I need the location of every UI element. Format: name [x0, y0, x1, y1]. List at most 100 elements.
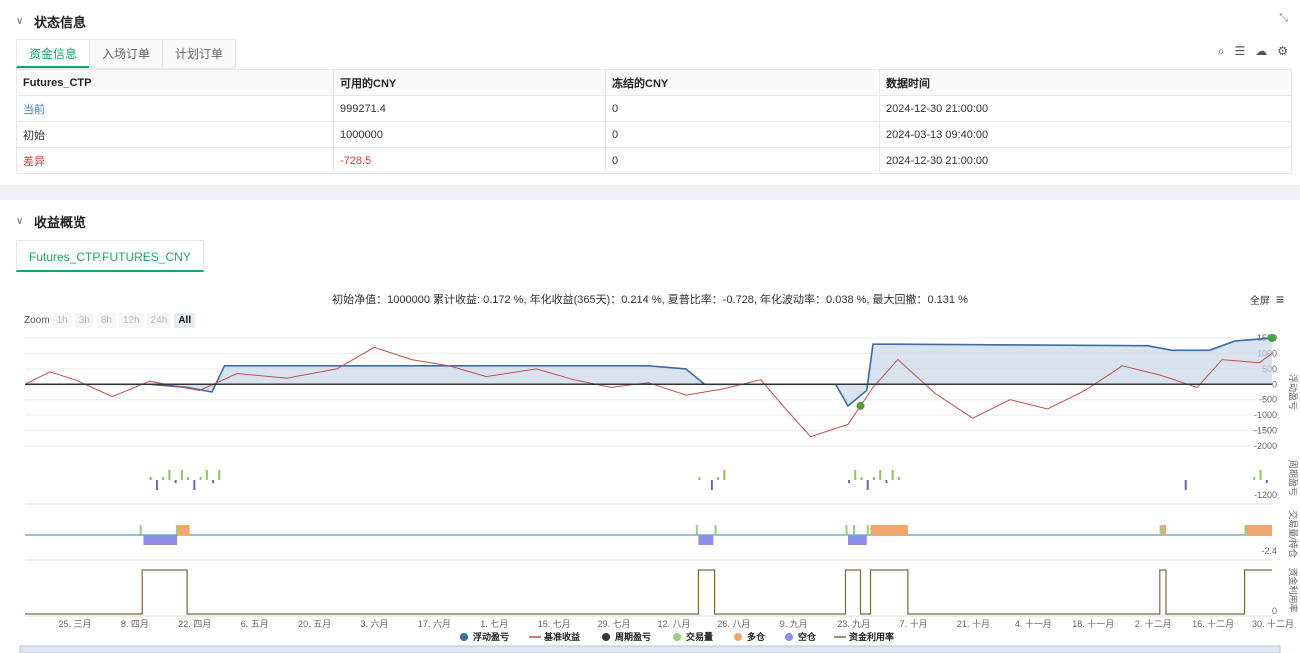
period-pnl-bar [897, 477, 900, 480]
volume-bar [1159, 525, 1162, 535]
x-tick-label: 6. 五月 [241, 619, 269, 629]
cell-available: -728.5 [333, 147, 606, 174]
period-pnl-bar [187, 477, 190, 480]
x-tick-label: 9. 九月 [780, 619, 808, 629]
chevron-down-icon[interactable]: ∨ [16, 16, 26, 27]
zoom-all-button[interactable]: All [174, 313, 196, 328]
legend-label: 资金利用率 [849, 631, 894, 642]
list-icon[interactable]: ☰ [1234, 44, 1245, 59]
volume-bar [175, 525, 178, 535]
x-tick-label: 1. 七月 [480, 619, 508, 629]
pane-title: 资金利用率 [1288, 567, 1299, 612]
col-header-frozen[interactable]: 冻结的CNY [605, 69, 880, 96]
marker-dot [1268, 334, 1276, 342]
period-pnl-bar [149, 477, 152, 480]
long-position-bar [1244, 525, 1272, 535]
fullscreen-label[interactable]: 全屏 [1250, 292, 1270, 307]
table-row: 初始 1000000 0 2024-03-13 09:40:00 [16, 121, 1292, 148]
y-tick-label: -1000 [1254, 410, 1277, 420]
period-pnl-bar [866, 480, 869, 490]
profit-chart[interactable]: 150010005000-500-1000-1500-2000浮动盈亏周期盈亏-… [0, 330, 1300, 653]
period-pnl-bar [698, 477, 701, 480]
volume-bar [1244, 525, 1247, 535]
profit-panel: ∨ 收益概览 Futures_CTP.FUTURES_CNY 初始净值：1000… [0, 200, 1300, 653]
y-tick-label: 0 [1272, 606, 1277, 616]
chevron-down-icon[interactable]: ∨ [16, 216, 26, 227]
status-section-title: 状态信息 [34, 14, 87, 30]
cell-frozen: 0 [605, 95, 880, 122]
long-position-bar [177, 525, 190, 535]
status-section-header[interactable]: ∨ 状态信息 [16, 12, 86, 30]
zoom-bar: Zoom 1h 3h 8h 12h 24h All [24, 313, 196, 328]
search-icon[interactable]: ⌕ [1218, 44, 1225, 59]
gear-icon[interactable]: ⚙ [1277, 44, 1288, 59]
row-label-diff: 差异 [16, 147, 334, 174]
marker-dot [856, 401, 865, 410]
x-tick-label: 16. 十二月 [1192, 618, 1234, 629]
tab-entry-orders[interactable]: 入场订单 [89, 39, 164, 68]
volume-bar [853, 525, 856, 535]
x-tick-label: 7. 十月 [900, 618, 928, 629]
period-pnl-bar [174, 480, 177, 483]
y-tick-label: -1500 [1254, 426, 1277, 436]
x-tick-label: 22. 四月 [178, 619, 211, 629]
volume-bar [714, 525, 717, 535]
col-header-account[interactable]: Futures_CTP [16, 69, 334, 96]
zoom-8h-button[interactable]: 8h [96, 313, 116, 328]
short-position-bar [848, 535, 867, 545]
col-header-time[interactable]: 数据时间 [879, 69, 1292, 96]
funds-table: Futures_CTP 可用的CNY 冻结的CNY 数据时间 当前 999271… [16, 69, 1292, 174]
tab-futures-cny[interactable]: Futures_CTP.FUTURES_CNY [16, 240, 204, 272]
period-pnl-bar [1265, 480, 1268, 483]
period-pnl-bar [885, 480, 888, 483]
period-pnl-bar [162, 477, 165, 480]
cell-available: 1000000 [333, 121, 606, 148]
cloud-download-icon[interactable]: ☁ [1255, 44, 1267, 59]
menu-icon[interactable]: ≡ [1276, 291, 1284, 307]
x-tick-label: 21. 十月 [957, 618, 990, 629]
volume-bar [139, 525, 142, 535]
volume-bar [845, 525, 848, 535]
period-pnl-bar [723, 470, 726, 480]
col-header-available[interactable]: 可用的CNY [333, 69, 606, 96]
period-pnl-bar [848, 480, 851, 483]
zoom-12h-button[interactable]: 12h [118, 313, 144, 328]
legend-marker [734, 633, 742, 641]
x-tick-label: 29. 七月 [598, 619, 631, 629]
pane-title: 浮动盈亏 [1288, 374, 1299, 410]
legend-marker [785, 633, 793, 641]
x-tick-label: 18. 十一月 [1072, 618, 1114, 629]
x-tick-label: 17. 六月 [418, 618, 451, 629]
period-pnl-bar [854, 470, 857, 480]
table-header-row: Futures_CTP 可用的CNY 冻结的CNY 数据时间 [16, 69, 1292, 96]
x-tick-label: 2. 十二月 [1135, 618, 1172, 629]
zoom-label: Zoom [24, 315, 50, 326]
profit-section-header[interactable]: ∨ 收益概览 [16, 212, 86, 230]
tab-funds[interactable]: 资金信息 [16, 39, 91, 68]
navigator-bar [19, 645, 1281, 653]
zoom-24h-button[interactable]: 24h [146, 313, 172, 328]
period-pnl-bar [193, 480, 196, 490]
period-pnl-bar [1184, 480, 1187, 490]
legend-label: 浮动盈亏 [473, 631, 509, 642]
floating-pnl-area [25, 338, 1272, 406]
x-tick-label: 30. 十二月 [1252, 618, 1294, 629]
legend-label: 周期盈亏 [615, 631, 651, 642]
period-pnl-bar [205, 470, 208, 480]
x-tick-label: 3. 六月 [360, 618, 388, 629]
zoom-3h-button[interactable]: 3h [74, 313, 94, 328]
period-pnl-bar [891, 470, 894, 480]
period-pnl-bar [218, 470, 221, 480]
cell-frozen: 0 [605, 147, 880, 174]
row-label-initial: 初始 [16, 121, 334, 148]
volume-bar [866, 525, 869, 535]
y-tick-label: -2.4 [1261, 546, 1277, 556]
tab-plan-orders[interactable]: 计划订单 [162, 39, 237, 68]
table-toolbar: ⌕ ☰ ☁ ⚙ [1218, 44, 1288, 59]
cell-time: 2024-03-13 09:40:00 [879, 121, 1292, 148]
status-tabs: 资金信息 入场订单 计划订单 [16, 39, 237, 69]
expand-icon[interactable]: ⤡ [1279, 12, 1288, 25]
zoom-1h-button[interactable]: 1h [52, 313, 72, 328]
period-pnl-bar [1259, 470, 1262, 480]
fullscreen-control[interactable]: 全屏 ≡ [1250, 291, 1284, 307]
